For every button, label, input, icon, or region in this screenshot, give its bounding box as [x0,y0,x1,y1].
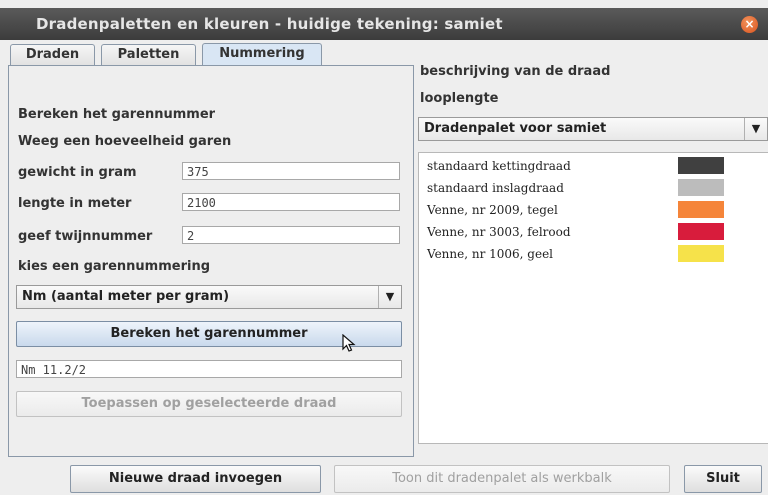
numbering-label: kies een garennummering [18,259,211,274]
dialog-window: Dradenpaletten en kleuren - huidige teke… [0,0,768,495]
numbering-select[interactable]: Nm (aantal meter per gram) ▼ [16,285,402,309]
thread-name[interactable]: Venne, nr 2009, tegel [427,203,558,217]
numbering-select-value: Nm (aantal meter per gram) [22,289,230,304]
weight-label: gewicht in gram [18,165,137,180]
chevron-down-icon[interactable]: ▼ [378,286,401,308]
close-window-icon[interactable]: × [741,16,758,33]
tab-label: Draden [25,47,80,62]
palette-select[interactable]: Dradenpalet voor samiet ▼ [418,117,768,141]
tab-paletten[interactable]: Paletten [101,44,196,65]
color-swatch[interactable] [678,179,724,196]
tab-label: Nummering [219,46,305,61]
window-title: Dradenpaletten en kleuren - huidige teke… [36,15,503,33]
chevron-down-icon[interactable]: ▼ [744,118,767,140]
color-swatch[interactable] [678,223,724,240]
color-swatch[interactable] [678,157,724,174]
thread-name[interactable]: Venne, nr 3003, felrood [427,225,571,239]
result-field[interactable]: Nm 11.2/2 [16,360,402,378]
length-label: lengte in meter [18,196,132,211]
thread-name[interactable]: standaard kettingdraad [427,159,571,173]
insert-thread-button[interactable]: Nieuwe draad invoegen [70,465,321,493]
calc-heading: Bereken het garennummer [18,107,216,122]
palette-select-value: Dradenpalet voor samiet [424,121,607,136]
weight-field[interactable]: 375 [182,162,400,180]
thread-name[interactable]: standaard inslagdraad [427,181,564,195]
thread-name[interactable]: Venne, nr 1006, geel [427,247,553,261]
tab-nummering[interactable]: Nummering [202,43,322,66]
twist-field[interactable]: 2 [182,226,400,244]
thread-list: standaard kettingdraad standaard inslagd… [418,152,768,444]
mouse-pointer-icon [342,334,356,352]
description-label: beschrijving van de draad [420,64,611,79]
apply-button[interactable]: Toepassen op geselecteerde draad [16,391,402,417]
tab-label: Paletten [117,47,180,62]
length-field[interactable]: 2100 [182,193,400,211]
twist-label: geef twijnnummer [18,229,153,244]
color-swatch[interactable] [678,245,724,262]
runlength-label: looplengte [420,91,499,106]
show-toolbar-button[interactable]: Toon dit dradenpalet als werkbalk [334,465,670,493]
color-swatch[interactable] [678,201,724,218]
title-bar[interactable]: Dradenpaletten en kleuren - huidige teke… [0,8,768,40]
tab-draden[interactable]: Draden [10,44,95,65]
weigh-heading: Weeg een hoeveelheid garen [18,134,232,149]
close-button[interactable]: Sluit [684,465,762,493]
